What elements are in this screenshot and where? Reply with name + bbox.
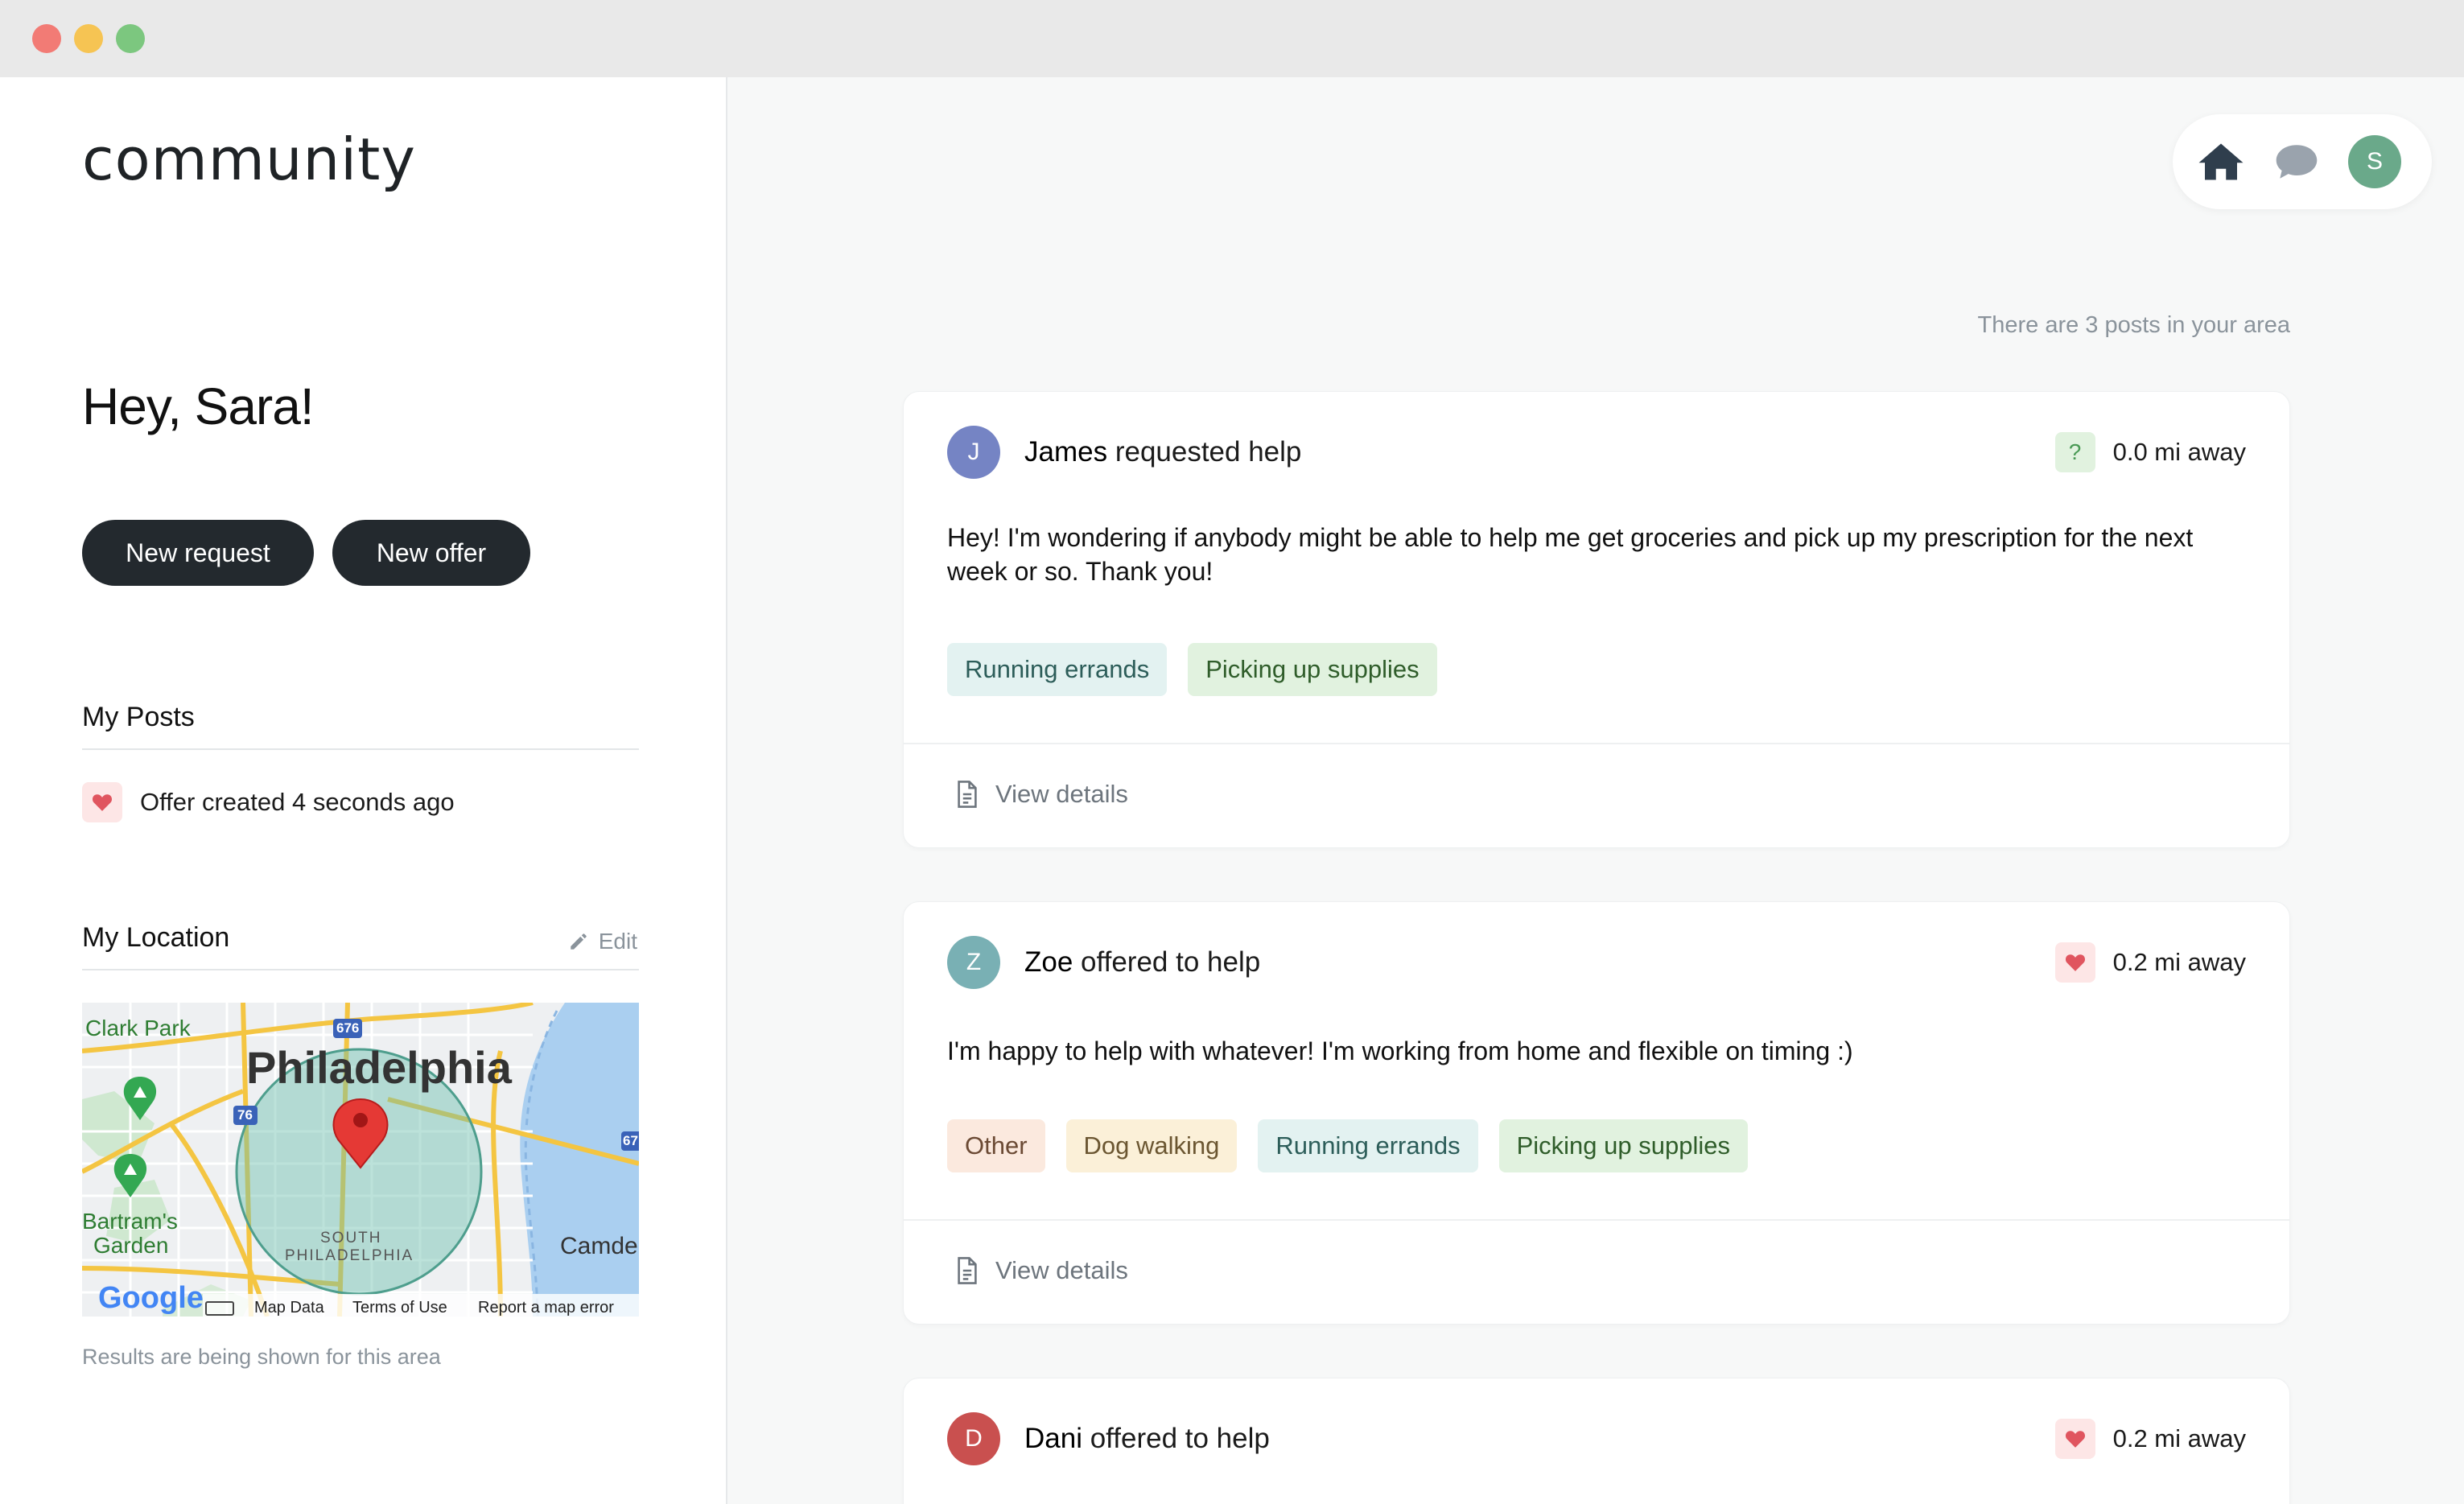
post-body: I'm happy to help with whatever! I'm wor… [947,1036,1853,1065]
map-label-garden-2: Garden [93,1233,169,1258]
new-offer-button[interactable]: New offer [332,520,530,586]
post-author[interactable]: Zoe [1024,946,1073,978]
google-logo[interactable]: Google [98,1281,204,1316]
sidebar: community Hey, Sara! New request New off… [0,77,727,1504]
post-tags: Running errands Picking up supplies [947,643,1458,696]
my-posts-title: My Posts [82,702,195,732]
view-details-label: View details [995,1256,1128,1284]
post-header: J James requested help [947,426,1301,479]
app-logo[interactable]: community [82,126,416,193]
window-close-button[interactable] [32,24,61,53]
new-request-button[interactable]: New request [82,520,314,586]
edit-location-link[interactable]: Edit [568,929,637,954]
heart-icon [82,782,122,822]
terms-of-use-link[interactable]: Terms of Use [352,1299,447,1317]
post-card: Z Zoe offered to help 0.2 mi away I'm ha… [903,901,2290,1325]
my-location-title: My Location [82,922,230,953]
tag: Dog walking [1065,1119,1238,1172]
map-caption: Results are being shown for this area [82,1345,441,1369]
keyboard-icon[interactable] [208,1302,232,1313]
heart-icon [2054,942,2095,983]
my-posts-divider [82,748,639,750]
distance-text: 0.2 mi away [2112,1424,2246,1452]
post-title: James requested help [1024,436,1301,468]
my-post-text: Offer created 4 seconds ago [140,788,455,816]
map-data-link[interactable]: Map Data [254,1299,324,1317]
my-post-item[interactable]: Offer created 4 seconds ago [82,782,455,822]
post-body: Hey! I'm wondering if anybody might be a… [947,523,2194,586]
chat-bubble-icon[interactable] [2274,143,2319,184]
document-icon [958,1257,977,1284]
user-avatar[interactable]: S [2348,135,2401,188]
tag: Picking up supplies [1188,643,1437,696]
post-header: Z Zoe offered to help [947,936,1260,989]
distance-text: 0.0 mi away [2112,438,2246,466]
post-author[interactable]: Dani [1024,1423,1082,1454]
map-label-hwy-76: 76 [237,1107,253,1123]
avatar: J [947,426,1000,479]
map-label-hwy-67: 67 [623,1133,638,1148]
map-label-city: Philadelphia [246,1042,512,1093]
window-maximize-button[interactable] [116,24,145,53]
tag: Running errands [947,643,1168,696]
heart-icon [2054,1419,2095,1459]
post-card: D Dani offered to help 0.2 mi away [903,1378,2290,1504]
post-action: offered to help [1082,1423,1270,1454]
post-distance: ? 0.0 mi away [2054,432,2246,472]
posts-count-text: There are 3 posts in your area [1977,312,2290,338]
greeting-heading: Hey, Sara! [82,377,315,435]
map-label-garden-1: Bartram's [82,1209,178,1234]
tag: Running errands [1258,1119,1478,1172]
question-mark-icon: ? [2054,432,2095,472]
post-card: J James requested help ? 0.0 mi away Hey… [903,391,2290,848]
post-action: requested help [1107,436,1302,468]
location-map[interactable]: Clark Park Philadelphia 676 76 67 Bartra… [82,1003,639,1317]
post-distance: 0.2 mi away [2054,942,2246,983]
map-label-district-1: SOUTH [320,1230,382,1246]
post-action: offered to help [1073,946,1261,978]
window-titlebar [0,0,2464,77]
home-icon[interactable] [2197,142,2245,186]
report-map-error-link[interactable]: Report a map error [478,1299,614,1317]
edit-label: Edit [598,929,637,954]
post-title: Dani offered to help [1024,1423,1270,1455]
post-divider [904,743,2289,744]
map-label-clark-park: Clark Park [85,1016,191,1040]
post-author[interactable]: James [1024,436,1107,468]
map-label-hwy-676: 676 [336,1020,360,1036]
my-location-divider [82,969,639,970]
map-label-camden: Camde [560,1233,638,1259]
top-nav: S [2173,114,2432,209]
view-details-link[interactable]: View details [957,1256,1128,1285]
avatar: Z [947,936,1000,989]
tag: Picking up supplies [1498,1119,1748,1172]
window-minimize-button[interactable] [74,24,103,53]
pencil-icon [571,933,587,950]
distance-text: 0.2 mi away [2112,948,2246,976]
document-icon [958,781,977,808]
post-tags: Other Dog walking Running errands Pickin… [947,1119,1769,1172]
post-distance: 0.2 mi away [2054,1419,2246,1459]
post-title: Zoe offered to help [1024,946,1260,979]
view-details-link[interactable]: View details [957,780,1128,809]
post-divider [904,1219,2289,1221]
view-details-label: View details [995,780,1128,808]
post-header: D Dani offered to help [947,1412,1270,1465]
avatar: D [947,1412,1000,1465]
tag: Other [947,1119,1045,1172]
map-label-district-2: PHILADELPHIA [285,1247,414,1264]
